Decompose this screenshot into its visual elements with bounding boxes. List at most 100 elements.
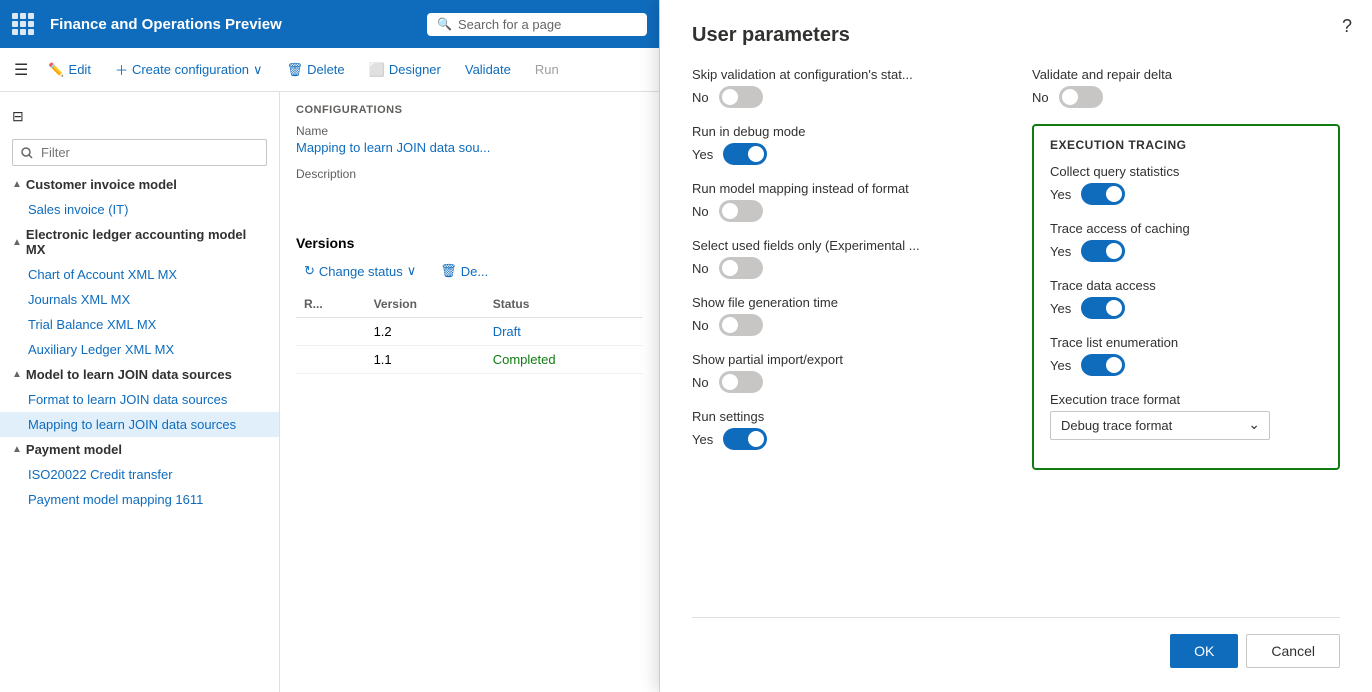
trace-list-row: Trace list enumeration Yes [1050,335,1322,376]
select-fields-toggle[interactable] [719,257,763,279]
collapse-icon-2: ▲ [12,237,22,248]
validate-button[interactable]: Validate [455,56,521,83]
sidebar-item-trial-balance[interactable]: Trial Balance XML MX [0,312,279,337]
sidebar-item-journals-xml[interactable]: Journals XML MX [0,287,279,312]
filter-input[interactable] [12,139,267,166]
collect-query-value: Yes [1050,183,1322,205]
chevron-down-icon-2: ∨ [407,263,417,279]
sidebar-item-sales-invoice[interactable]: Sales invoice (IT) [0,197,279,222]
tree-group-model-join[interactable]: ▲ Model to learn JOIN data sources [0,362,279,387]
sidebar-item-payment-mapping[interactable]: Payment model mapping 1611 [0,487,279,512]
trace-data-row: Trace data access Yes [1050,278,1322,319]
name-label: Name [296,124,643,138]
sidebar-item-iso20022[interactable]: ISO20022 Credit transfer [0,462,279,487]
sidebar: ⊟ ▲ Customer invoice model Sales invoice… [0,92,280,692]
row1-version: 1.2 [366,318,485,346]
filter-icon[interactable]: ⊟ [8,104,28,129]
validate-repair-toggle[interactable] [1059,86,1103,108]
collect-query-label: Collect query statistics [1050,164,1322,179]
tree-group-payment-model[interactable]: ▲ Payment model [0,437,279,462]
run-debug-toggle[interactable] [723,143,767,165]
delete-icon: 🗑 [287,62,304,78]
dialog-overlay: ? User parameters Skip validation at con… [660,0,1372,692]
trace-caching-toggle[interactable] [1081,240,1125,262]
collect-query-row: Collect query statistics Yes [1050,164,1322,205]
change-status-button[interactable]: ↻ Change status ∨ [296,259,424,283]
help-icon[interactable]: ? [1342,16,1352,37]
skip-validation-toggle[interactable] [719,86,763,108]
versions-actions: ↻ Change status ∨ 🗑 De... [296,259,643,283]
edit-icon: ✏️ [48,62,64,78]
show-partial-toggle[interactable] [719,371,763,393]
exec-trace-format-label: Execution trace format [1050,392,1322,407]
validate-repair-label: Validate and repair delta [1032,67,1340,82]
skip-validation-row: Skip validation at configuration's stat.… [692,67,1000,108]
name-value: Mapping to learn JOIN data sou... [296,140,643,155]
row2-version: 1.1 [366,346,485,374]
delete-button[interactable]: 🗑 Delete [277,56,355,84]
show-file-gen-toggle[interactable] [719,314,763,336]
select-fields-value: No [692,257,1000,279]
run-button[interactable]: Run [525,56,569,83]
exec-trace-format-dropdown-wrapper: Debug trace formatPerformance trace form… [1050,411,1270,440]
description-label: Description [296,167,643,181]
show-file-gen-label: Show file generation time [692,295,1000,310]
collect-query-toggle[interactable] [1081,183,1125,205]
toolbar: ☰ ✏️ Edit ＋ Create configuration ∨ 🗑 Del… [0,48,659,92]
execution-tracing-title: EXECUTION TRACING [1050,138,1322,152]
col-header-r: R... [296,291,366,318]
table-row[interactable]: 1.2 Draft [296,318,643,346]
search-placeholder: Search for a page [458,17,561,32]
show-partial-label: Show partial import/export [692,352,1000,367]
trace-list-toggle[interactable] [1081,354,1125,376]
create-config-button[interactable]: ＋ Create configuration ∨ [105,54,273,85]
run-debug-row: Run in debug mode Yes [692,124,1000,165]
run-model-row: Run model mapping instead of format No [692,181,1000,222]
run-settings-toggle[interactable] [723,428,767,450]
trace-caching-row: Trace access of caching Yes [1050,221,1322,262]
hamburger-button[interactable]: ☰ [8,54,34,86]
refresh-icon: ↻ [304,263,315,279]
row1-status: Draft [485,318,643,346]
exec-trace-format-dropdown[interactable]: Debug trace formatPerformance trace form… [1050,411,1270,440]
designer-button[interactable]: ⬜ Designer [359,56,451,84]
execution-tracing-section: EXECUTION TRACING Collect query statisti… [1032,124,1340,470]
sidebar-item-format-join[interactable]: Format to learn JOIN data sources [0,387,279,412]
row1-r [296,318,366,346]
delete-version-button[interactable]: 🗑 De... [432,259,496,283]
cancel-button[interactable]: Cancel [1246,634,1340,668]
sidebar-item-mapping-join[interactable]: Mapping to learn JOIN data sources [0,412,279,437]
show-file-gen-value: No [692,314,1000,336]
trace-data-toggle[interactable] [1081,297,1125,319]
tree-group-electronic-ledger[interactable]: ▲ Electronic ledger accounting model MX [0,222,279,262]
app-title: Finance and Operations Preview [50,16,415,33]
search-box[interactable]: 🔍 Search for a page [427,13,647,36]
sidebar-item-chart-account[interactable]: Chart of Account XML MX [0,262,279,287]
run-settings-label: Run settings [692,409,1000,424]
run-debug-value: Yes [692,143,1000,165]
exec-trace-format-row: Execution trace format Debug trace forma… [1050,392,1322,440]
collapse-icon-3: ▲ [12,369,22,380]
dialog-footer: OK Cancel [692,617,1340,668]
edit-button[interactable]: ✏️ Edit [38,56,101,84]
trace-data-value: Yes [1050,297,1322,319]
run-model-toggle[interactable] [719,200,763,222]
sidebar-item-auxiliary-ledger[interactable]: Auxiliary Ledger XML MX [0,337,279,362]
validate-repair-value: No [1032,86,1340,108]
tree-group-customer-invoice[interactable]: ▲ Customer invoice model [0,172,279,197]
filter-box [0,133,279,172]
user-parameters-dialog: ? User parameters Skip validation at con… [660,0,1372,692]
table-row[interactable]: 1.1 Completed [296,346,643,374]
ok-button[interactable]: OK [1170,634,1238,668]
select-fields-label: Select used fields only (Experimental ..… [692,238,1000,253]
search-icon: 🔍 [437,17,452,31]
col-header-status: Status [485,291,643,318]
delete-version-icon: 🗑 [440,263,457,279]
collapse-icon: ▲ [12,179,22,190]
main-content: CONFIGURATIONS Name Mapping to learn JOI… [280,92,659,692]
select-fields-row: Select used fields only (Experimental ..… [692,238,1000,279]
app-grid-icon[interactable] [12,13,34,35]
plus-icon: ＋ [115,60,128,79]
versions-table: R... Version Status 1.2 Draft 1.1 Comple [296,291,643,374]
show-file-gen-row: Show file generation time No [692,295,1000,336]
